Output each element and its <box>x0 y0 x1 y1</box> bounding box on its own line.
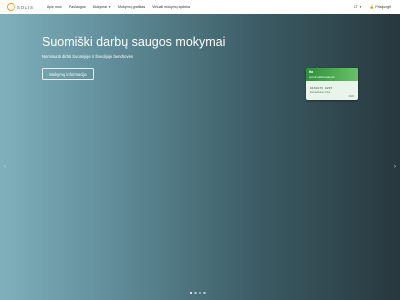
carousel-indicators <box>190 292 208 295</box>
nav-right: LT ▼ 🔒 Prisijungti <box>354 0 391 14</box>
carousel-dot[interactable] <box>198 292 202 295</box>
nav-link-mokymai[interactable]: Mokymai▼ <box>93 5 111 9</box>
hero-banner: Suomiški darbų saugos mokymai Nominuoti … <box>0 14 400 300</box>
card-brand: tta <box>309 70 314 74</box>
card-header: tta työturvallisuuskortti <box>306 68 358 81</box>
card-subtitle: työturvallisuuskortti <box>309 75 335 79</box>
login-label: Prisijungti <box>375 5 391 9</box>
solis-logo[interactable]: SOLIS <box>7 0 34 14</box>
nav-link-mokymai-label: Mokymai <box>92 5 108 9</box>
nav-link-mokymu-grafikas[interactable]: Mokymų grafikas <box>118 5 145 9</box>
chevron-down-icon: ▼ <box>108 5 111 9</box>
nav-link-virtuali-aplinka[interactable]: Virtuali mokymų aplinka <box>152 5 190 9</box>
language-label: LT <box>354 5 358 9</box>
hero-title: Suomiški darbų saugos mokymai <box>42 35 226 49</box>
carousel-dot[interactable] <box>194 292 197 295</box>
nav-link-apie-mus[interactable]: Apie mus <box>47 5 62 9</box>
card-number: 0160176 0297 <box>310 86 333 90</box>
training-info-button[interactable]: Mokymų informacija <box>42 68 94 80</box>
chevron-down-icon: ▼ <box>358 5 362 9</box>
hero-subtitle: Nominuoti dirbti Suomijoje ir Švedijoje … <box>42 54 134 59</box>
card-body: 0160176 0297 Esimerkkinen Tiina 2023 <box>306 81 358 100</box>
tta-card-image: tta työturvallisuuskortti 0160176 0297 E… <box>306 68 358 100</box>
language-selector[interactable]: LT ▼ <box>354 5 362 9</box>
logo-ring-icon <box>7 3 15 11</box>
card-name: Esimerkkinen Tiina <box>310 91 331 94</box>
lock-icon: 🔒 <box>369 5 375 9</box>
carousel-next-icon[interactable]: › <box>394 164 396 170</box>
nav-links: Apie mus Paslaugos Mokymai▼ Mokymų grafi… <box>47 5 197 9</box>
nav-link-paslaugos[interactable]: Paslaugos <box>69 5 86 9</box>
logo-text: SOLIS <box>17 4 34 10</box>
carousel-dot[interactable] <box>190 292 193 295</box>
carousel-prev-icon[interactable]: ‹ <box>4 164 6 170</box>
login-link[interactable]: 🔒 Prisijungti <box>370 5 391 9</box>
card-year: 2023 <box>348 95 354 98</box>
carousel-dot[interactable] <box>203 292 206 295</box>
top-navbar: SOLIS Apie mus Paslaugos Mokymai▼ Mokymų… <box>0 0 400 15</box>
